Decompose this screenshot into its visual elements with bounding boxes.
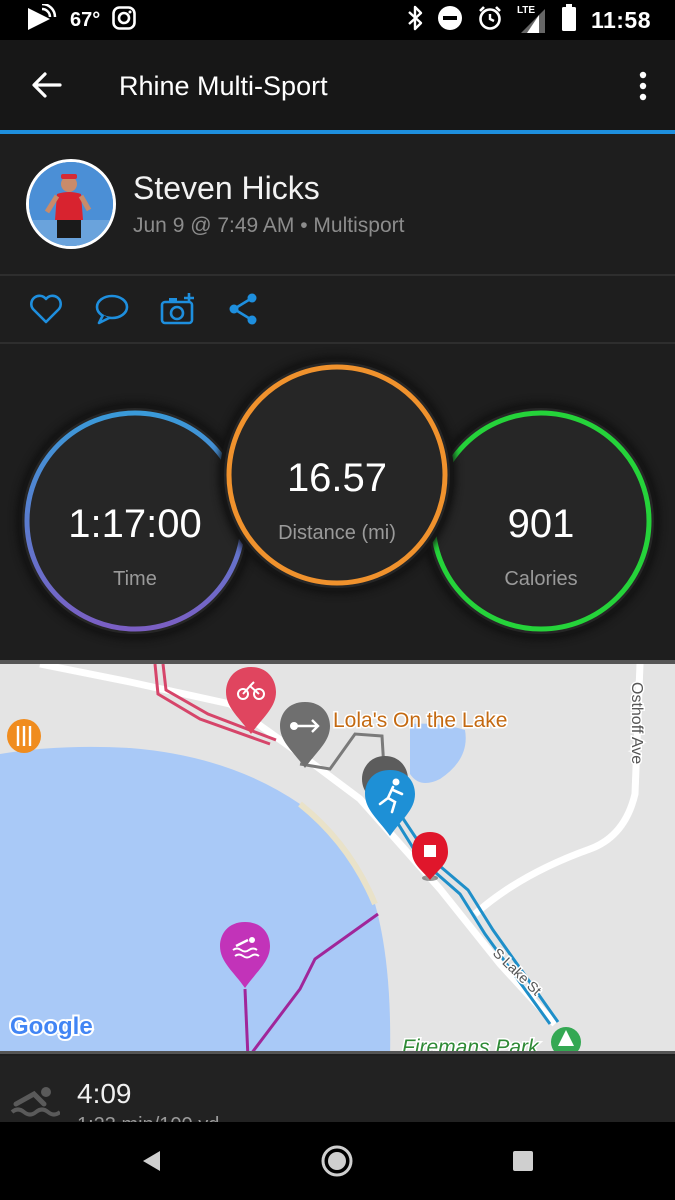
time-stat: 1:17:00 Time [22, 408, 248, 634]
stats-panel: 1:17:00 Time 901 Calories 16.57 Distance… [0, 344, 675, 660]
activity-screen: 67° LTE 11:58 Rhine Multi-Sport Steven H… [0, 0, 675, 1200]
system-nav-bar [0, 1122, 675, 1200]
leg-time: 4:09 [77, 1078, 132, 1109]
poi-label: Lola's On the Lake [333, 709, 507, 732]
leg-pace: 1:23 min/100 yd [77, 1114, 219, 1122]
recents-square-icon[interactable] [504, 1142, 542, 1180]
user-name[interactable]: Steven Hicks [133, 170, 320, 207]
street-label: S Lake St [490, 945, 545, 999]
street-label: Osthoff Ave [628, 682, 645, 764]
battery-icon [561, 3, 577, 37]
swim-icon [10, 1084, 62, 1122]
back-triangle-icon[interactable] [132, 1142, 170, 1180]
calories-label: Calories [504, 568, 578, 590]
camera-plus-icon[interactable] [160, 292, 196, 326]
instagram-icon [112, 5, 137, 35]
status-bar: 67° LTE 11:58 [0, 0, 675, 40]
temperature-readout: 67° [70, 8, 101, 31]
page-title: Rhine Multi-Sport [119, 71, 328, 101]
activity-meta: Jun 9 @ 7:49 AM • Multisport [133, 214, 405, 237]
finish-pin-icon[interactable] [412, 832, 448, 881]
comment-icon[interactable] [94, 292, 130, 326]
avatar[interactable] [26, 159, 116, 249]
time-label: Time [113, 568, 157, 590]
distance-stat: 16.57 Distance (mi) [224, 362, 450, 588]
calories-stat: 901 Calories [428, 408, 654, 634]
calories-value: 901 [507, 502, 575, 546]
clock: 11:58 [590, 6, 651, 33]
time-value: 1:17:00 [68, 502, 202, 546]
leg-summary-row[interactable]: 4:09 1:23 min/100 yd [0, 1056, 675, 1122]
do-not-disturb-icon [437, 5, 463, 36]
google-logo: Google [10, 1013, 93, 1040]
distance-label: Distance (mi) [278, 522, 396, 544]
share-icon[interactable] [226, 292, 262, 326]
heart-icon[interactable] [28, 292, 64, 326]
transition-pin-icon[interactable] [280, 702, 330, 768]
park-icon[interactable] [551, 1027, 581, 1054]
activity-header: Steven Hicks Jun 9 @ 7:49 AM • Multispor… [0, 134, 675, 274]
restaurant-icon[interactable] [7, 719, 41, 753]
distance-value: 16.57 [286, 456, 388, 500]
bluetooth-icon [407, 5, 423, 36]
arrow-left-icon[interactable] [30, 68, 64, 102]
app-bar: Rhine Multi-Sport [0, 40, 675, 130]
home-circle-icon[interactable] [318, 1142, 356, 1180]
park-label: Firemans Park [402, 1036, 540, 1054]
more-vertical-icon[interactable] [637, 70, 649, 102]
alarm-icon [477, 5, 503, 36]
action-row [0, 276, 675, 342]
signal-icon: LTE [517, 5, 547, 35]
cast-icon [26, 2, 58, 37]
route-map[interactable]: Lola's On the Lake Osthoff Ave S Lake St… [0, 660, 675, 1054]
